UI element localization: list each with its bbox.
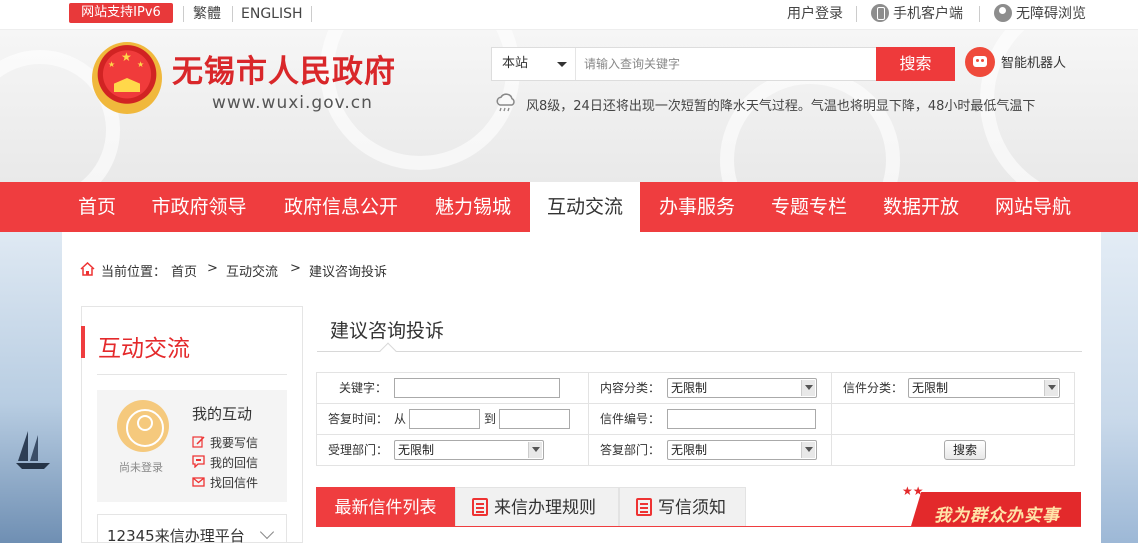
mail-icon: [192, 477, 205, 487]
accessibility-icon: [994, 4, 1012, 22]
campaign-banner-text[interactable]: 我为群众办实事: [934, 501, 1060, 526]
hotline-title[interactable]: 12345来信办理平台: [107, 525, 245, 543]
to-label: 到: [484, 412, 497, 426]
tab-handling-rules[interactable]: 来信办理规则: [455, 487, 619, 527]
login-status: 尚未登录: [119, 461, 163, 474]
content-type-value: 无限制: [671, 381, 708, 395]
keyword-label: 关键字：: [339, 381, 388, 395]
reply-letter-icon: [192, 455, 205, 468]
home-icon: [80, 262, 95, 276]
chevron-down-icon: [1044, 380, 1058, 396]
tab-writing-notice-label: 写信须知: [658, 498, 726, 518]
breadcrumb-prefix: 当前位置：: [101, 265, 167, 280]
breadcrumb-separator: >: [290, 261, 301, 276]
reply-date-to-input[interactable]: [499, 409, 570, 429]
accept-dept-select[interactable]: 无限制: [394, 440, 544, 460]
divider: [317, 351, 1082, 352]
divider: [316, 526, 1081, 527]
letter-type-select[interactable]: 无限制: [908, 378, 1060, 398]
reply-dept-label: 答复部门：: [600, 443, 661, 457]
tab-latest-letters[interactable]: 最新信件列表: [316, 487, 455, 527]
breadcrumb-home[interactable]: 首页: [171, 261, 197, 280]
site-title[interactable]: 无锡市人民政府: [172, 54, 396, 90]
search-input[interactable]: [578, 48, 874, 80]
list-icon: [636, 498, 652, 516]
chevron-down-icon: [528, 442, 542, 458]
divider: [311, 6, 312, 22]
breadcrumb-separator: >: [207, 261, 218, 276]
mobile-client-link[interactable]: 手机客户端: [893, 5, 963, 23]
my-replies-link[interactable]: 我的回信: [210, 454, 258, 471]
nav-services[interactable]: 办事服务: [642, 182, 752, 232]
main-nav: 首页 市政府领导 政府信息公开 魅力锡城 互动交流 办事服务 专题专栏 数据开放…: [0, 182, 1138, 232]
mobile-phone-icon: [871, 4, 889, 22]
divider: [232, 6, 233, 22]
divider: [856, 6, 857, 22]
tab-writing-notice[interactable]: 写信须知: [619, 487, 746, 527]
avatar[interactable]: [117, 400, 169, 452]
keyword-input[interactable]: [394, 378, 560, 398]
letter-number-label: 信件编号：: [600, 412, 661, 426]
content-type-label: 内容分类：: [600, 381, 661, 395]
nav-open-data[interactable]: 数据开放: [866, 182, 976, 232]
chevron-down-icon: [801, 442, 815, 458]
divider: [979, 6, 980, 22]
search-bar: 本站 搜索: [491, 47, 955, 81]
accept-dept-label: 受理部门：: [328, 443, 389, 457]
reply-dept-value: 无限制: [671, 443, 708, 457]
nav-interaction[interactable]: 互动交流: [530, 182, 640, 232]
nav-special-topics[interactable]: 专题专栏: [754, 182, 864, 232]
reply-dept-select[interactable]: 无限制: [667, 440, 817, 460]
search-button[interactable]: 搜索: [876, 47, 955, 81]
robot-icon[interactable]: [965, 47, 995, 77]
nav-charm-wuxi[interactable]: 魅力锡城: [418, 182, 528, 232]
write-letter-icon: [192, 436, 205, 448]
my-interaction-heading: 我的互动: [192, 405, 253, 423]
letter-type-label: 信件分类：: [843, 381, 904, 395]
star-icon: ★★: [902, 484, 924, 498]
sidebar-title: 互动交流: [98, 336, 190, 362]
reply-time-label: 答复时间：: [328, 412, 389, 426]
english-link[interactable]: ENGLISH: [241, 5, 303, 23]
divider: [183, 6, 184, 22]
accessible-browse-link[interactable]: 无障碍浏览: [1016, 5, 1086, 23]
sailboat-icon: [16, 431, 50, 469]
cloud-decoration: [720, 70, 900, 182]
form-search-button[interactable]: 搜索: [944, 440, 986, 460]
lake-background: [1101, 232, 1138, 543]
letter-number-input[interactable]: [667, 409, 816, 429]
document-icon: [472, 498, 488, 516]
letter-type-value: 无限制: [912, 381, 949, 395]
nav-home[interactable]: 首页: [62, 182, 132, 232]
from-label: 从: [394, 412, 407, 426]
top-bar: 网站支持IPv6 繁體 ENGLISH 用户登录 手机客户端 无障碍浏览: [0, 0, 1138, 30]
chevron-down-icon: [557, 62, 567, 67]
nav-info-disclosure[interactable]: 政府信息公开: [266, 182, 416, 232]
tab-handling-rules-label: 来信办理规则: [494, 498, 596, 518]
sidebar-title-marker: [81, 326, 85, 358]
traditional-chinese-link[interactable]: 繁體: [193, 5, 221, 23]
ipv6-badge: 网站支持IPv6: [69, 3, 173, 23]
search-scope-select[interactable]: 本站: [492, 48, 576, 80]
retrieve-letter-link[interactable]: 找回信件: [210, 474, 258, 491]
reply-date-from-input[interactable]: [409, 409, 480, 429]
search-scope-value: 本站: [502, 56, 529, 71]
write-letter-link[interactable]: 我要写信: [210, 434, 258, 451]
accept-dept-value: 无限制: [398, 443, 435, 457]
national-emblem-logo[interactable]: ★ ★ ★: [92, 42, 162, 114]
content-type-select[interactable]: 无限制: [667, 378, 817, 398]
rain-cloud-icon: [496, 93, 515, 112]
divider: [97, 374, 287, 375]
page-title: 建议咨询投诉: [330, 320, 445, 342]
weather-ticker: 风8级，24日还将出现一次短暂的降水天气过程。气温也将明显下降，48小时最低气温…: [526, 99, 1036, 114]
login-link[interactable]: 用户登录: [787, 5, 843, 23]
breadcrumb-section[interactable]: 互动交流: [226, 261, 278, 280]
site-url: www.wuxi.gov.cn: [212, 93, 373, 113]
breadcrumb-current: 建议咨询投诉: [309, 265, 388, 280]
lake-background: [0, 232, 62, 543]
chevron-down-icon: [801, 380, 815, 396]
robot-link[interactable]: 智能机器人: [1001, 52, 1066, 71]
nav-site-map[interactable]: 网站导航: [978, 182, 1088, 232]
nav-city-leaders[interactable]: 市政府领导: [134, 182, 264, 232]
